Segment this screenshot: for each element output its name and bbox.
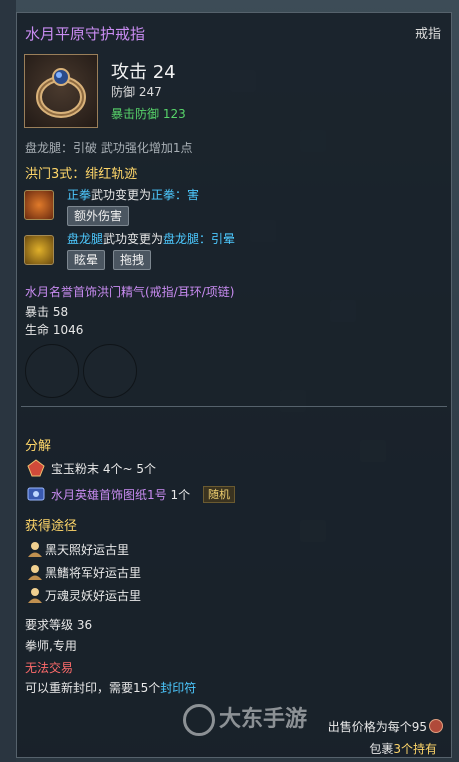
inventory-count: 包裹3个持有 [369,742,437,756]
coin-icon [429,719,443,733]
section-divider [21,406,447,407]
required-level: 要求等级 36 [25,618,93,632]
acquire-source-3[interactable]: 万魂灵妖好运古里 [45,587,141,604]
decompose-entry-2: 水月英雄首饰图纸1号 1个 [51,488,191,502]
gem-socket-2[interactable] [83,344,137,398]
acquire-source-2[interactable]: 黑鳍将军好运古里 [45,564,141,581]
npc-icon [27,587,45,605]
random-badge: 随机 [203,486,235,503]
acquire-title: 获得途径 [25,519,78,534]
blueprint-icon [27,485,45,503]
set-stat-hp: 生命 1046 [25,323,84,337]
gem-powder-icon [27,459,45,477]
tag-extra-damage: 额外伤害 [67,206,130,226]
set-bonus-title: 水月名誉首饰洪门精气(戒指/耳环/项链) [25,285,235,299]
fist-skill-icon [24,190,54,220]
reseal-info: 可以重新封印，需要15个封印符 [25,681,197,695]
skill-1-text: 正拳武功变更为正拳：害 [67,188,200,202]
npc-icon [27,564,45,582]
no-trade-label: 无法交易 [25,661,74,675]
sell-price: 出售价格为每个95 [327,720,427,734]
defense-stat: 防御 247 [111,85,162,99]
tag-stun: 眩晕 [67,250,106,270]
class-restriction: 拳师,专用 [25,639,77,653]
item-type: 戒指 [414,27,441,42]
acquire-source-1[interactable]: 黑天照好运古里 [45,541,129,558]
effect-description: 盘龙腿：引破 武功强化增加1点 [25,141,193,155]
ring-icon [24,54,98,128]
tag-drag: 拖拽 [113,250,152,270]
watermark-logo-icon [183,704,215,736]
decompose-title: 分解 [25,439,52,454]
skill-2-text: 盘龙腿武功变更为盘龙腿：引晕 [67,232,236,246]
item-tooltip: 水月平原守护戒指 戒指 攻击 24 防御 247 暴击防御 123 盘龙腿：引破… [16,12,452,758]
watermark: 大东手游 [183,701,307,736]
npc-icon [27,541,45,559]
crit-defense-stat: 暴击防御 123 [111,107,186,121]
decompose-entry-1: 宝玉粉末 4个~ 5个 [51,462,156,476]
item-name: 水月平原守护戒指 [25,25,146,43]
attack-stat: 攻击 24 [111,62,176,83]
kick-skill-icon [24,235,54,265]
hongmen-title: 洪门3式：绯红轨迹 [25,167,138,182]
set-stat-crit: 暴击 58 [25,305,69,319]
gem-socket-1[interactable] [25,344,79,398]
